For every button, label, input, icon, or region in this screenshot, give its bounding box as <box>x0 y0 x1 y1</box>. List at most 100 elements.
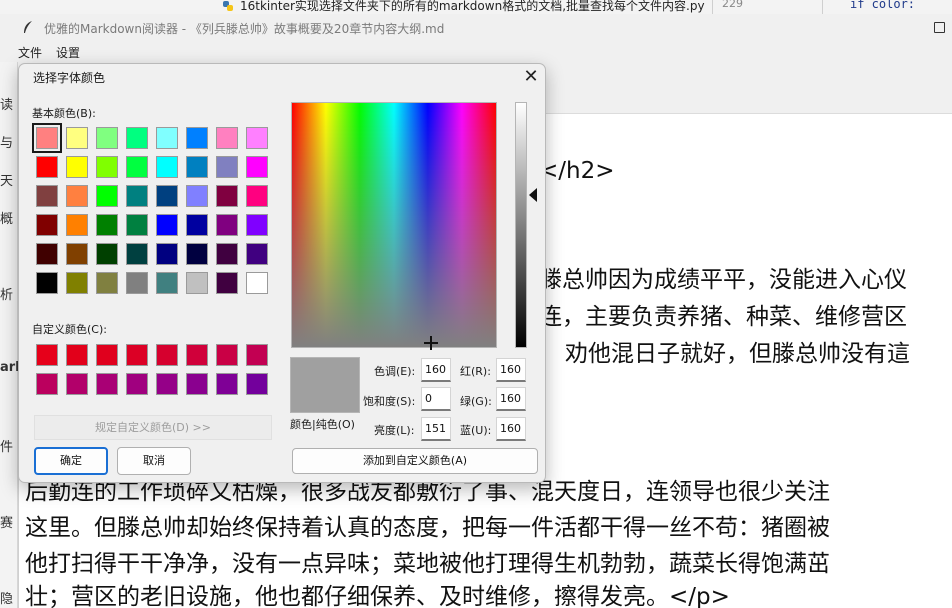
color-swatch[interactable] <box>246 214 268 236</box>
color-swatch[interactable] <box>126 243 148 265</box>
cancel-button[interactable]: 取消 <box>117 447 191 475</box>
color-swatch[interactable] <box>36 214 58 236</box>
list-item[interactable]: 天 <box>0 170 13 189</box>
color-swatch[interactable] <box>126 214 148 236</box>
color-swatch[interactable] <box>216 127 238 149</box>
color-swatch[interactable] <box>96 243 118 265</box>
background-tab-filename[interactable]: 16tkinter实现选择文件夹下的所有的markdown格式的文档,批量查找每… <box>240 0 705 14</box>
menu-file[interactable]: 文件 <box>18 44 42 61</box>
color-swatch[interactable] <box>96 344 118 366</box>
color-swatch[interactable] <box>66 243 88 265</box>
list-item[interactable]: 隐 <box>0 588 13 607</box>
color-swatch[interactable] <box>246 344 268 366</box>
color-swatch[interactable] <box>36 344 58 366</box>
color-swatch[interactable] <box>216 272 238 294</box>
color-swatch[interactable] <box>216 344 238 366</box>
list-item[interactable]: 读 <box>0 94 13 113</box>
color-swatch[interactable] <box>246 156 268 178</box>
menu-settings[interactable]: 设置 <box>56 44 80 61</box>
list-item[interactable]: 概 <box>0 208 13 227</box>
line-number: 229 <box>722 0 743 10</box>
color-swatch[interactable] <box>36 373 58 395</box>
color-swatch[interactable] <box>126 185 148 207</box>
content-line: 滕总帅因为成绩平平，没能进入心仪 <box>539 267 907 293</box>
color-swatch[interactable] <box>126 272 148 294</box>
hue-field[interactable]: 160 <box>421 358 451 382</box>
color-swatch[interactable] <box>32 123 62 153</box>
color-swatch[interactable] <box>186 272 208 294</box>
color-swatch[interactable] <box>216 156 238 178</box>
color-swatch[interactable] <box>36 243 58 265</box>
color-swatch[interactable] <box>186 185 208 207</box>
color-swatch[interactable] <box>186 156 208 178</box>
color-swatch[interactable] <box>186 214 208 236</box>
saturation-field[interactable]: 0 <box>421 387 451 411</box>
color-swatch[interactable] <box>156 185 178 207</box>
color-swatch[interactable] <box>66 272 88 294</box>
color-swatch[interactable] <box>126 156 148 178</box>
slider-arrow-icon[interactable] <box>529 188 537 202</box>
luminance-slider[interactable] <box>515 102 527 348</box>
ok-button[interactable]: 确定 <box>34 447 108 475</box>
color-swatch[interactable] <box>156 272 178 294</box>
red-field[interactable]: 160 <box>496 358 526 382</box>
color-swatch[interactable] <box>66 214 88 236</box>
maximize-icon[interactable] <box>934 22 945 33</box>
color-swatch[interactable] <box>96 185 118 207</box>
color-spectrum[interactable] <box>291 102 497 348</box>
color-swatch[interactable] <box>186 243 208 265</box>
content-line: 这里。但滕总帅却始终保持着认真的态度，把每一件活都干得一丝不苟：猪圈被 <box>25 515 830 541</box>
content-line: 劝他混日子就好，但滕总帅没有這 <box>565 341 910 367</box>
app-titlebar: 优雅的Markdown阅读器 - 《列兵滕总帅》故事概要及20章节内容大纲.md <box>0 14 952 42</box>
color-swatch[interactable] <box>96 127 118 149</box>
close-icon[interactable]: ✕ <box>519 66 543 90</box>
preview-label: 颜色|纯色(O) <box>290 418 355 431</box>
color-swatch[interactable] <box>36 185 58 207</box>
add-to-custom-colors-button[interactable]: 添加到自定义颜色(A) <box>292 448 538 474</box>
color-swatch[interactable] <box>246 243 268 265</box>
color-swatch[interactable] <box>36 156 58 178</box>
color-swatch[interactable] <box>216 214 238 236</box>
list-item[interactable]: arl <box>0 360 20 375</box>
color-swatch[interactable] <box>66 127 88 149</box>
list-item[interactable]: 与 <box>0 132 13 151</box>
color-swatch[interactable] <box>126 127 148 149</box>
color-swatch[interactable] <box>66 156 88 178</box>
color-swatch[interactable] <box>36 272 58 294</box>
list-item[interactable]: 件 <box>0 436 13 455</box>
color-swatch[interactable] <box>186 373 208 395</box>
color-swatch[interactable] <box>156 243 178 265</box>
color-swatch[interactable] <box>156 214 178 236</box>
color-swatch[interactable] <box>96 373 118 395</box>
color-swatch[interactable] <box>156 373 178 395</box>
luminance-field[interactable]: 151 <box>421 417 451 441</box>
color-swatch[interactable] <box>186 344 208 366</box>
color-swatch[interactable] <box>216 243 238 265</box>
color-swatch[interactable] <box>246 373 268 395</box>
color-swatch[interactable] <box>96 214 118 236</box>
basic-color-grid <box>32 123 268 294</box>
blue-label: 蓝(U): <box>460 424 492 437</box>
color-swatch[interactable] <box>156 156 178 178</box>
color-swatch[interactable] <box>156 344 178 366</box>
color-swatch[interactable] <box>96 272 118 294</box>
color-swatch[interactable] <box>126 373 148 395</box>
color-swatch[interactable] <box>66 344 88 366</box>
color-swatch[interactable] <box>186 127 208 149</box>
color-swatch[interactable] <box>246 127 268 149</box>
blue-field[interactable]: 160 <box>496 417 526 441</box>
color-preview <box>290 357 360 413</box>
green-field[interactable]: 160 <box>496 387 526 411</box>
crosshair-icon[interactable] <box>424 336 438 350</box>
list-item[interactable]: 析 <box>0 284 13 303</box>
color-swatch[interactable] <box>156 127 178 149</box>
color-swatch[interactable] <box>66 373 88 395</box>
color-swatch[interactable] <box>216 373 238 395</box>
color-swatch[interactable] <box>216 185 238 207</box>
color-swatch[interactable] <box>246 185 268 207</box>
color-swatch[interactable] <box>246 272 268 294</box>
color-swatch[interactable] <box>96 156 118 178</box>
list-item[interactable]: 赛 <box>0 512 13 531</box>
color-swatch[interactable] <box>66 185 88 207</box>
color-swatch[interactable] <box>126 344 148 366</box>
